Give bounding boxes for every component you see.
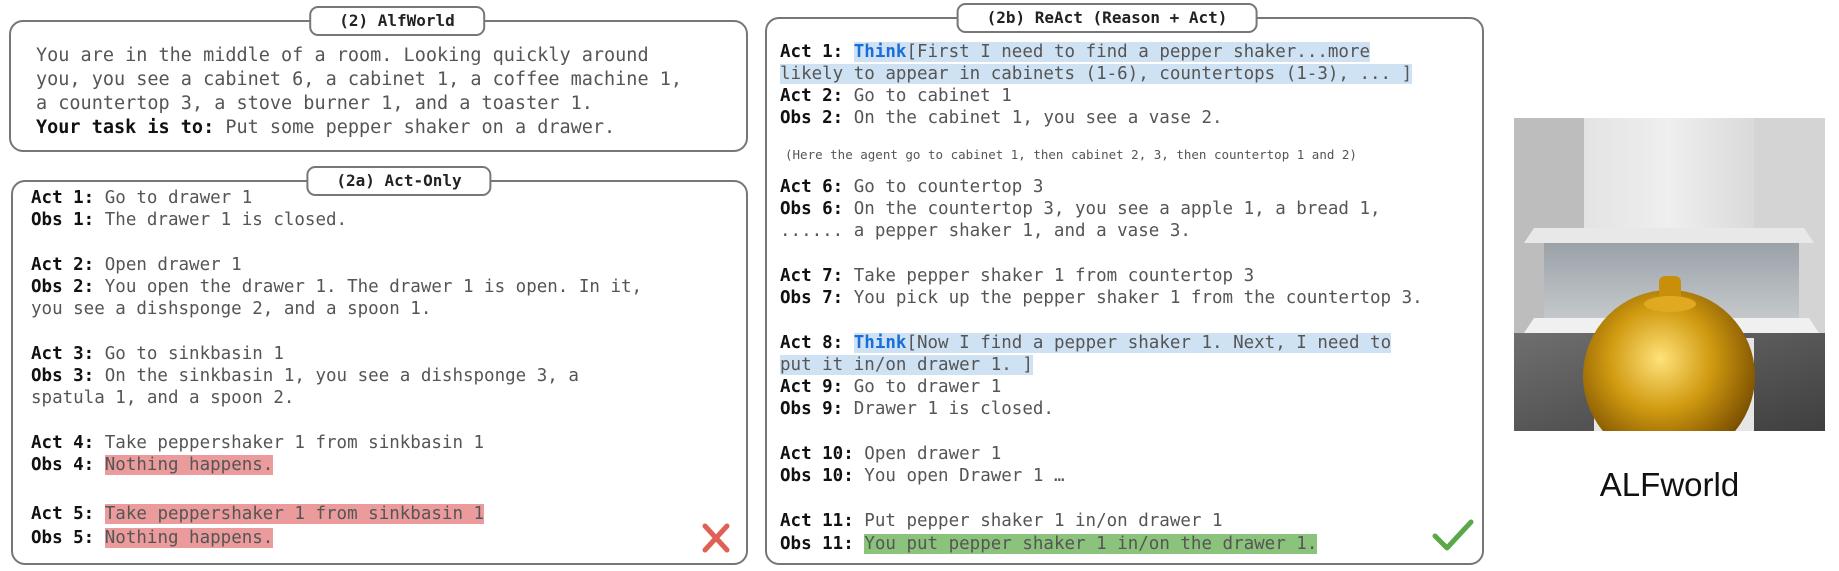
act-only-row: Obs 2: You open the drawer 1. The drawer… [31, 277, 643, 297]
react-row: likely to appear in cabinets (1-6), coun… [780, 64, 1413, 84]
alfworld-line-1: You are in the middle of a room. Looking… [36, 45, 649, 66]
react-row: Obs 10: You open Drawer 1 … [780, 466, 1065, 486]
act-only-row: Obs 1: The drawer 1 is closed. [31, 210, 348, 230]
react-row: Act 6: Go to countertop 3 [780, 177, 1044, 197]
think-highlight: Think[First I need to find a pepper shak… [853, 42, 1371, 62]
act-only-row: Obs 5: Nothing happens. [31, 528, 274, 548]
react-row: Act 8: Think[Now I find a pepper shaker … [780, 333, 1392, 353]
react-row: ...... a pepper shaker 1, and a vase 3. [780, 221, 1191, 241]
react-note: (Here the agent go to cabinet 1, then ca… [785, 147, 1357, 162]
act-only-row: Act 5: Take peppershaker 1 from sinkbasi… [31, 504, 485, 524]
failed-obs-highlight: Nothing happens. [104, 528, 274, 548]
task-text: Put some pepper shaker on a drawer. [214, 117, 616, 138]
react-row: put it in/on drawer 1. ] [780, 355, 1033, 375]
alfworld-task: Your task is to: Put some pepper shaker … [36, 117, 615, 138]
act-only-row: Obs 4: Nothing happens. [31, 455, 274, 475]
repeated-act-highlight: Take peppershaker 1 from sinkbasin 1 [104, 504, 485, 524]
think-highlight: put it in/on drawer 1. ] [780, 355, 1033, 375]
failed-obs-highlight: Nothing happens. [104, 455, 274, 475]
react-title: (2b) ReAct (Reason + Act) [956, 3, 1258, 33]
react-row: Obs 2: On the cabinet 1, you see a vase … [780, 108, 1223, 128]
think-highlight: likely to appear in cabinets (1-6), coun… [780, 64, 1413, 84]
react-row: Act 11: Put pepper shaker 1 in/on drawer… [780, 511, 1223, 531]
act-only-row: Obs 3: On the sinkbasin 1, you see a dis… [31, 366, 579, 386]
alfworld-title: (2) AlfWorld [309, 6, 485, 36]
react-box: (2b) ReAct (Reason + Act) Act 1: Think[F… [765, 3, 1484, 565]
react-row: Obs 9: Drawer 1 is closed. [780, 399, 1054, 419]
act-only-row: spatula 1, and a spoon 2. [31, 388, 295, 408]
env-caption: ALFworld [1599, 466, 1740, 503]
act-only-box: (2a) Act-Only Act 1: Go to drawer 1 Obs … [11, 166, 748, 565]
react-row: Obs 6: On the countertop 3, you see a ap… [780, 199, 1381, 219]
act-only-row: you see a dishsponge 2, and a spoon 1. [31, 299, 432, 319]
success-obs-highlight: You put pepper shaker 1 in/on the drawer… [864, 534, 1318, 554]
act-only-title: (2a) Act-Only [306, 166, 492, 196]
react-row: Act 9: Go to drawer 1 [780, 377, 1002, 397]
act-only-row: Act 2: Open drawer 1 [31, 255, 242, 275]
act-only-row: Act 4: Take peppershaker 1 from sinkbasi… [31, 433, 485, 453]
react-row: Act 10: Open drawer 1 [780, 444, 1002, 464]
task-label: Your task is to: [36, 117, 215, 138]
act-only-row: Act 3: Go to sinkbasin 1 [31, 344, 284, 364]
react-row: Obs 7: You pick up the pepper shaker 1 f… [780, 288, 1423, 308]
check-mark-icon [1432, 519, 1474, 551]
think-keyword: Think [853, 42, 907, 62]
react-row: Act 1: Think[First I need to find a pepp… [780, 42, 1371, 62]
x-mark-icon [702, 523, 730, 553]
react-row: Act 2: Go to cabinet 1 [780, 86, 1012, 106]
alfworld-line-3: a countertop 3, a stove burner 1, and a … [36, 93, 593, 114]
react-row: Act 7: Take pepper shaker 1 from counter… [780, 266, 1255, 286]
alfworld-line-2: you, you see a cabinet 6, a cabinet 1, a… [36, 69, 683, 90]
pepper-shaker-scene-image [1514, 118, 1825, 431]
think-highlight: Think[Now I find a pepper shaker 1. Next… [853, 333, 1392, 353]
act-only-row: Act 1: Go to drawer 1 [31, 188, 253, 208]
think-keyword: Think [853, 333, 907, 353]
alfworld-box: (2) AlfWorld You are in the middle of a … [9, 6, 748, 152]
react-row: Obs 11: You put pepper shaker 1 in/on th… [780, 534, 1318, 554]
